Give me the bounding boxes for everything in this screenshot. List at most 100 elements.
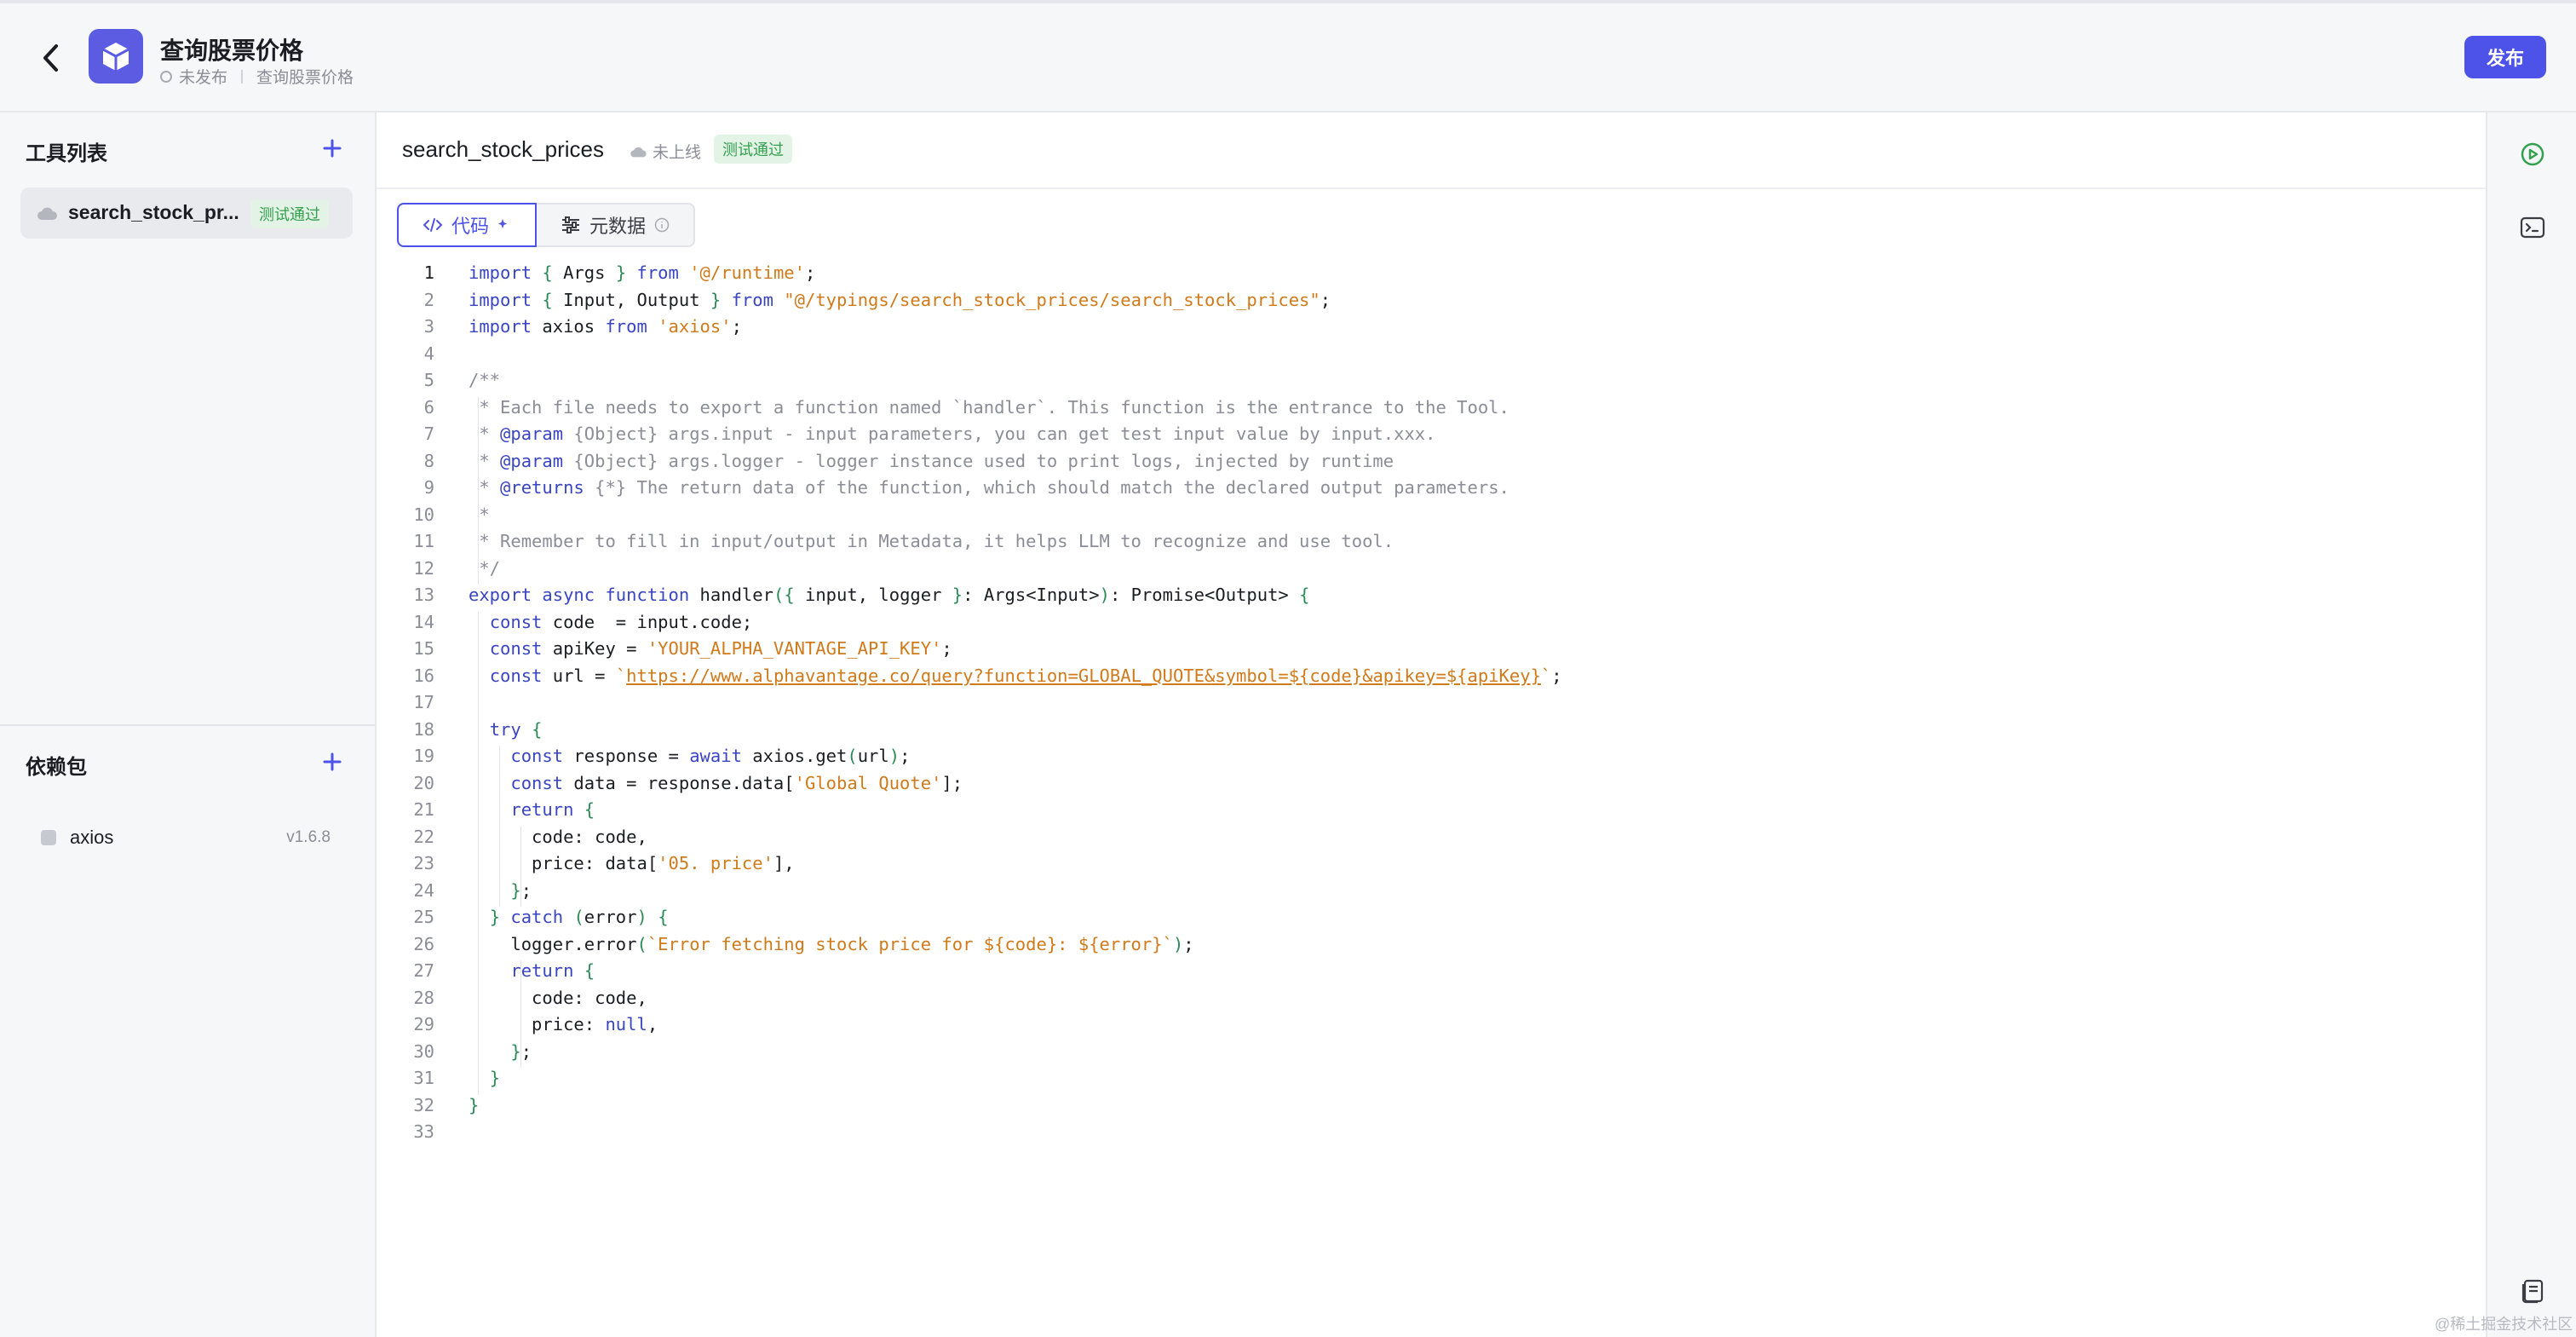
line-number: 32 <box>413 1094 434 1115</box>
test-passed-badge: 测试通过 <box>250 199 329 228</box>
line-number: 25 <box>413 907 434 927</box>
publish-button[interactable]: 发布 <box>2464 36 2546 78</box>
code-line[interactable]: } <box>469 1095 479 1115</box>
code-line[interactable]: const response = await axios.get(url); <box>469 746 910 766</box>
indent-guide <box>520 960 521 1068</box>
back-icon[interactable] <box>34 41 68 75</box>
sliders-icon <box>562 216 580 233</box>
line-number: 26 <box>413 933 434 954</box>
indent-guide <box>499 746 500 907</box>
line-number: 22 <box>413 826 434 847</box>
code-line[interactable]: /** <box>469 370 500 390</box>
code-line[interactable]: export async function handler({ input, l… <box>469 585 1309 605</box>
sparkle-icon <box>498 219 508 228</box>
line-number: 30 <box>413 1040 434 1062</box>
tab-metadata[interactable]: 元数据 <box>537 203 696 247</box>
code-line[interactable]: return { <box>469 960 595 981</box>
page-title: 查询股票价格 <box>160 37 304 64</box>
section-divider <box>0 724 375 726</box>
line-number: 16 <box>413 665 434 686</box>
function-name: search_stock_prices <box>402 136 604 162</box>
tools-section-title: 工具列表 <box>26 142 107 165</box>
deps-section-title: 依赖包 <box>26 756 87 779</box>
code-line[interactable]: * @param {Object} args.input - input par… <box>469 424 1435 444</box>
code-line[interactable]: const url = `https://www.alphavantage.co… <box>469 666 1562 686</box>
dependency-version: v1.6.8 <box>286 828 331 846</box>
code-line[interactable]: return { <box>469 799 595 820</box>
code-line[interactable]: * Each file needs to export a function n… <box>469 397 1509 418</box>
online-status: 未上线 <box>629 140 701 163</box>
dependency-name: axios <box>70 827 114 848</box>
code-line[interactable]: * Remember to fill in input/output in Me… <box>469 531 1394 551</box>
line-number: 24 <box>413 879 434 901</box>
code-line[interactable]: logger.error(`Error fetching stock price… <box>469 934 1193 954</box>
code-line[interactable]: code: code, <box>469 827 647 847</box>
line-number: 3 <box>423 316 434 337</box>
test-passed-badge: 测试通过 <box>714 135 792 164</box>
code-line[interactable]: } <box>469 1068 500 1088</box>
line-number: 1 <box>423 262 434 283</box>
tab-metadata-label: 元数据 <box>589 216 647 237</box>
line-number: 21 <box>413 799 434 820</box>
code-line[interactable]: } catch (error) { <box>469 907 669 927</box>
line-number: 13 <box>413 585 434 605</box>
cloud-icon <box>630 147 647 157</box>
code-line[interactable]: const code = input.code; <box>469 612 753 632</box>
code-line[interactable]: * <box>469 504 489 525</box>
line-number: 31 <box>413 1068 434 1088</box>
line-number: 8 <box>423 450 434 471</box>
editor-panel: search_stock_prices 未上线 测试通过 代码 元数据 1 imp… <box>377 112 2486 1337</box>
code-line[interactable]: */ <box>469 558 500 579</box>
line-number: 7 <box>423 424 434 444</box>
status-row: 未发布 查询股票价格 <box>160 65 354 88</box>
online-status-label: 未上线 <box>653 144 702 162</box>
line-number: 33 <box>413 1121 434 1142</box>
line-number: 27 <box>413 960 434 981</box>
editor-header: search_stock_prices 未上线 测试通过 <box>377 112 2486 189</box>
line-number: 23 <box>413 853 434 873</box>
run-test-icon[interactable] <box>2518 140 2547 169</box>
code-line[interactable]: const apiKey = 'YOUR_ALPHA_VANTAGE_API_K… <box>469 638 952 659</box>
divider <box>241 69 244 84</box>
line-number: 12 <box>413 557 434 579</box>
code-line[interactable]: import { Args } from '@/runtime'; <box>469 262 815 283</box>
line-number: 6 <box>423 396 434 418</box>
line-number: 11 <box>413 531 434 551</box>
watermark: @稀土掘金技术社区 <box>2435 1316 2573 1333</box>
tool-name: search_stock_pr... <box>68 201 239 223</box>
add-tool-icon[interactable] <box>317 133 348 164</box>
code-line[interactable]: import axios from 'axios'; <box>469 316 742 337</box>
dependency-item[interactable]: axios v1.6.8 <box>20 816 353 859</box>
code-line[interactable]: price: data['05. price'], <box>469 853 795 873</box>
line-number: 14 <box>413 611 434 632</box>
indent-guide <box>520 826 521 907</box>
tool-list-item[interactable]: search_stock_pr... 测试通过 <box>20 187 353 239</box>
line-number: 18 <box>413 718 434 740</box>
code-line[interactable]: * @returns {*} The return data of the fu… <box>469 477 1509 498</box>
add-dependency-icon[interactable] <box>317 746 348 777</box>
line-number: 28 <box>413 987 434 1008</box>
cloud-icon <box>36 205 58 226</box>
code-line[interactable]: try { <box>469 719 543 740</box>
console-icon[interactable] <box>2518 213 2547 242</box>
tab-code-label: 代码 <box>451 216 490 237</box>
line-number: 29 <box>413 1014 434 1034</box>
indent-guide <box>478 396 479 585</box>
top-header: 查询股票价格 未发布 查询股票价格 发布 <box>0 3 2576 112</box>
code-line[interactable]: price: null, <box>469 1014 658 1034</box>
code-line[interactable]: const data = response.data['Global Quote… <box>469 773 963 793</box>
breadcrumb: 查询股票价格 <box>256 69 354 87</box>
line-number: 4 <box>423 343 434 364</box>
line-number: 9 <box>423 477 434 498</box>
code-line[interactable]: import { Input, Output } from "@/typings… <box>469 290 1331 310</box>
plugin-logo-icon <box>89 29 143 84</box>
code-line[interactable]: * @param {Object} args.logger - logger i… <box>469 451 1394 471</box>
tab-code[interactable]: 代码 <box>397 203 538 247</box>
line-number: 20 <box>413 772 434 793</box>
code-icon <box>423 218 443 232</box>
package-icon <box>41 830 56 845</box>
line-number: 2 <box>423 289 434 310</box>
code-line[interactable]: code: code, <box>469 988 647 1008</box>
docs-icon[interactable] <box>2518 1276 2547 1305</box>
sidebar: 工具列表 search_stock_pr... 测试通过 依赖包 axios v… <box>0 112 377 1337</box>
